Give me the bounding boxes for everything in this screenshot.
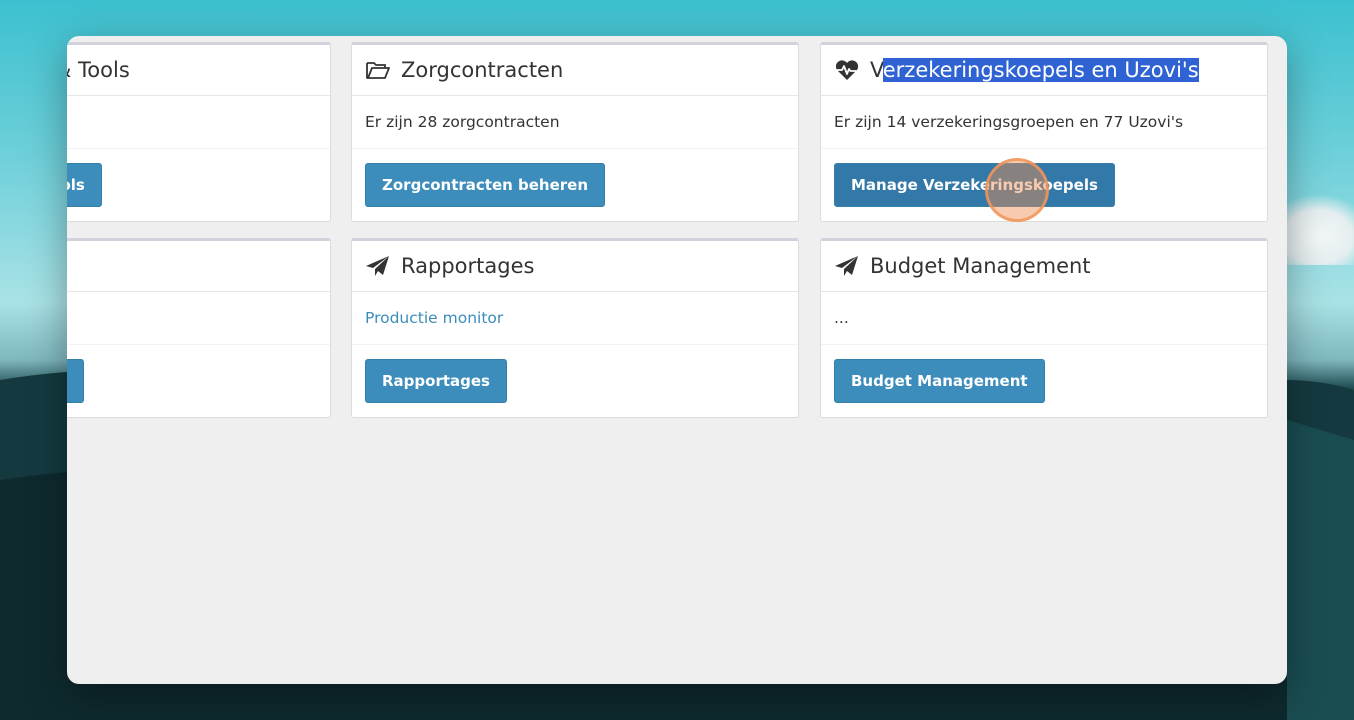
folder-open-icon: [365, 58, 393, 82]
card-tools-header: & Tools: [67, 45, 330, 96]
card-tools-title: & Tools: [67, 58, 130, 82]
card-zorgcontracten-body: Er zijn 28 zorgcontracten: [352, 96, 798, 149]
card-unknown-left-header: [67, 241, 330, 292]
unknown-left-button[interactable]: [67, 359, 84, 403]
card-zorgcontracten-title: Zorgcontracten: [401, 58, 564, 82]
card-rapportages-header: Rapportages: [352, 241, 798, 292]
card-rapportages-body: Productie monitor: [352, 292, 798, 345]
card-verzekeringskoepels-body: Er zijn 14 verzekeringsgroepen en 77 Uzo…: [821, 96, 1267, 149]
verzekeringskoepels-description: Er zijn 14 verzekeringsgroepen en 77 Uzo…: [834, 113, 1184, 131]
title-start: V: [870, 58, 883, 82]
manage-verzekeringskoepels-button[interactable]: Manage Verzekeringskoepels: [834, 163, 1115, 207]
productie-monitor-link[interactable]: Productie monitor: [365, 309, 503, 327]
zorgcontracten-beheren-button[interactable]: Zorgcontracten beheren: [365, 163, 606, 207]
card-tools: & Tools tools: [67, 42, 331, 222]
card-zorgcontracten-footer: Zorgcontracten beheren: [352, 149, 798, 221]
card-rapportages-footer: Rapportages: [352, 345, 798, 417]
card-zorgcontracten: Zorgcontracten Er zijn 28 zorgcontracten…: [351, 42, 799, 222]
card-budget-title: Budget Management: [870, 254, 1091, 278]
card-budget: Budget Management ... Budget Management: [820, 238, 1268, 418]
card-budget-header: Budget Management: [821, 241, 1267, 292]
card-unknown-left: [67, 238, 331, 418]
card-rapportages-title: Rapportages: [401, 254, 535, 278]
budget-description: ...: [834, 309, 849, 327]
tools-button[interactable]: tools: [67, 163, 102, 207]
click-indicator: [985, 158, 1049, 222]
card-tools-body: [67, 96, 330, 149]
card-rapportages: Rapportages Productie monitor Rapportage…: [351, 238, 799, 418]
card-unknown-left-footer: [67, 345, 330, 417]
card-tools-footer: tools: [67, 149, 330, 221]
selected-title-text: erzekeringskoepels en Uzovi's: [882, 58, 1199, 82]
rapportages-button[interactable]: Rapportages: [365, 359, 507, 403]
zorgcontracten-description: Er zijn 28 zorgcontracten: [365, 113, 560, 131]
card-verzekeringskoepels-header: Verzekeringskoepels en Uzovi's: [821, 45, 1267, 96]
card-unknown-left-body: [67, 292, 330, 345]
card-verzekeringskoepels-title: Verzekeringskoepels en Uzovi's: [870, 58, 1199, 82]
paper-plane-icon: [365, 254, 393, 278]
budget-management-button[interactable]: Budget Management: [834, 359, 1045, 403]
card-budget-body: ...: [821, 292, 1267, 345]
heartbeat-icon: [834, 58, 862, 82]
card-zorgcontracten-header: Zorgcontracten: [352, 45, 798, 96]
card-budget-footer: Budget Management: [821, 345, 1267, 417]
dashboard-panel: & Tools tools Zorgcontracten Er zijn 28 …: [67, 36, 1287, 684]
paper-plane-icon: [834, 254, 862, 278]
